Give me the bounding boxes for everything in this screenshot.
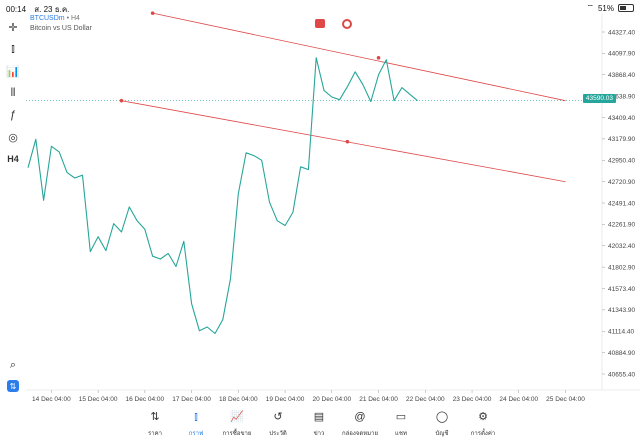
candlestick-icon: ⫾ (194, 411, 198, 423)
tab-account[interactable]: ◯ บัญชี (419, 409, 465, 438)
indicator-chart-icon[interactable]: 📊 (4, 62, 22, 80)
x-tick-label: 22 Dec 04:00 (406, 396, 445, 403)
y-tick-label: 42720.90 (608, 179, 635, 186)
y-tick-label: 42032.40 (608, 243, 635, 250)
y-tick-label: 43868.40 (608, 72, 635, 79)
y-tick-label: 43179.90 (608, 136, 635, 143)
chat-icon: ▭ (395, 411, 407, 423)
x-tick-label: 23 Dec 04:00 (453, 396, 492, 403)
trade-chart-icon: 📈 (230, 411, 244, 423)
symbol-name[interactable]: BTCUSDm (30, 15, 65, 22)
tab-settings[interactable]: ⚙ การตั้งค่า (460, 409, 506, 438)
y-tick-label: 44327.40 (608, 29, 635, 36)
x-tick-label: 16 Dec 04:00 (126, 396, 165, 403)
tab-mailbox[interactable]: @ กล่องจดหมาย (337, 409, 383, 438)
news-icon: ▤ (313, 411, 325, 423)
trendline-handle (345, 139, 350, 144)
y-tick-label: 41343.90 (608, 307, 635, 314)
left-toolbar: ✛ ⫾ 📊 ⦀ ƒ ◎ H4 (0, 14, 26, 404)
x-tick-label: 24 Dec 04:00 (499, 396, 538, 403)
tab-trade[interactable]: 📈 การซื้อขาย (214, 409, 260, 438)
tab-label: กราฟ (188, 431, 204, 437)
symbol-description: Bitcoin vs US Dollar (30, 25, 92, 32)
trendline-handle (150, 11, 155, 15)
search-zoom-icon[interactable]: ⌕ (4, 356, 22, 374)
y-tick-label: 41114.40 (608, 329, 635, 336)
mail-at-icon: @ (354, 411, 366, 423)
x-tick-label: 17 Dec 04:00 (172, 396, 211, 403)
tab-label: การตั้งค่า (470, 431, 496, 437)
tab-label: กล่องจดหมาย (341, 431, 379, 437)
tab-chart[interactable]: ⫾ กราฟ (173, 409, 219, 438)
tab-chat[interactable]: ▭ แชท (378, 409, 424, 438)
tab-label: แชท (395, 431, 407, 437)
account-icon: ◯ (435, 411, 449, 423)
x-tick-label: 14 Dec 04:00 (32, 396, 71, 403)
tab-label: ราคา (148, 431, 162, 437)
y-tick-label: 43409.40 (608, 115, 635, 122)
trendline-2[interactable] (121, 100, 566, 183)
sell-button[interactable] (315, 19, 325, 28)
history-icon: ↺ (273, 411, 283, 423)
bottom-tab-bar: ⇅ ราคา ⫾ กราฟ 📈 การซื้อขาย ↺ ประวัติ ▤ ข่าว @ กล่อง… (0, 404, 640, 447)
y-tick-label: 40884.90 (608, 350, 635, 357)
tab-quotes[interactable]: ⇅ ราคา (132, 409, 178, 438)
tab-history[interactable]: ↺ ประวัติ (255, 409, 301, 438)
y-tick-label: 40655.40 (608, 371, 635, 378)
current-price-tag: 43590.03 (582, 94, 616, 103)
tab-label: ประวัติ (269, 431, 287, 437)
y-tick-label: 42261.90 (608, 222, 635, 229)
crosshair-icon[interactable]: ✛ (4, 18, 22, 36)
x-tick-label: 18 Dec 04:00 (219, 396, 258, 403)
tab-label: บัญชี (435, 431, 449, 437)
gear-icon: ⚙ (478, 411, 488, 423)
tab-news[interactable]: ▤ ข่าว (296, 409, 342, 438)
y-tick-label: 42491.40 (608, 200, 635, 207)
trendline-handle (376, 56, 381, 60)
trendline-1[interactable] (152, 12, 566, 102)
y-tick-label: 44097.90 (608, 51, 635, 58)
x-tick-label: 20 Dec 04:00 (312, 396, 351, 403)
arrows-updown-icon: ⇅ (150, 411, 160, 423)
y-tick-label: 42950.40 (608, 158, 635, 165)
one-click-trade-icon[interactable]: ⇅ (7, 380, 19, 392)
y-tick-label: 41573.40 (608, 286, 635, 293)
symbol-info: BTCUSDm • H4 Bitcoin vs US Dollar (30, 15, 92, 32)
x-tick-label: 15 Dec 04:00 (79, 396, 118, 403)
tab-label: ข่าว (313, 431, 325, 437)
symbol-timeframe: H4 (70, 15, 80, 22)
timeframe-h4-icon[interactable]: H4 (4, 150, 22, 168)
y-tick-label: 41802.90 (608, 264, 635, 271)
tab-label: การซื้อขาย (222, 431, 252, 437)
price-series-line (27, 57, 418, 335)
trendline-handle (119, 98, 124, 103)
objects-list-icon[interactable]: ⦀ (4, 84, 22, 102)
x-tick-label: 21 Dec 04:00 (359, 396, 398, 403)
candlestick-icon[interactable]: ⫾ (4, 40, 22, 58)
x-tick-label: 25 Dec 04:00 (546, 396, 585, 403)
buy-button[interactable] (342, 19, 352, 29)
function-icon[interactable]: ƒ (4, 106, 22, 124)
price-chart[interactable]: 44327.4044097.9043868.4043638.9043409.40… (0, 0, 640, 404)
draw-shapes-icon[interactable]: ◎ (4, 128, 22, 146)
x-tick-label: 19 Dec 04:00 (266, 396, 305, 403)
